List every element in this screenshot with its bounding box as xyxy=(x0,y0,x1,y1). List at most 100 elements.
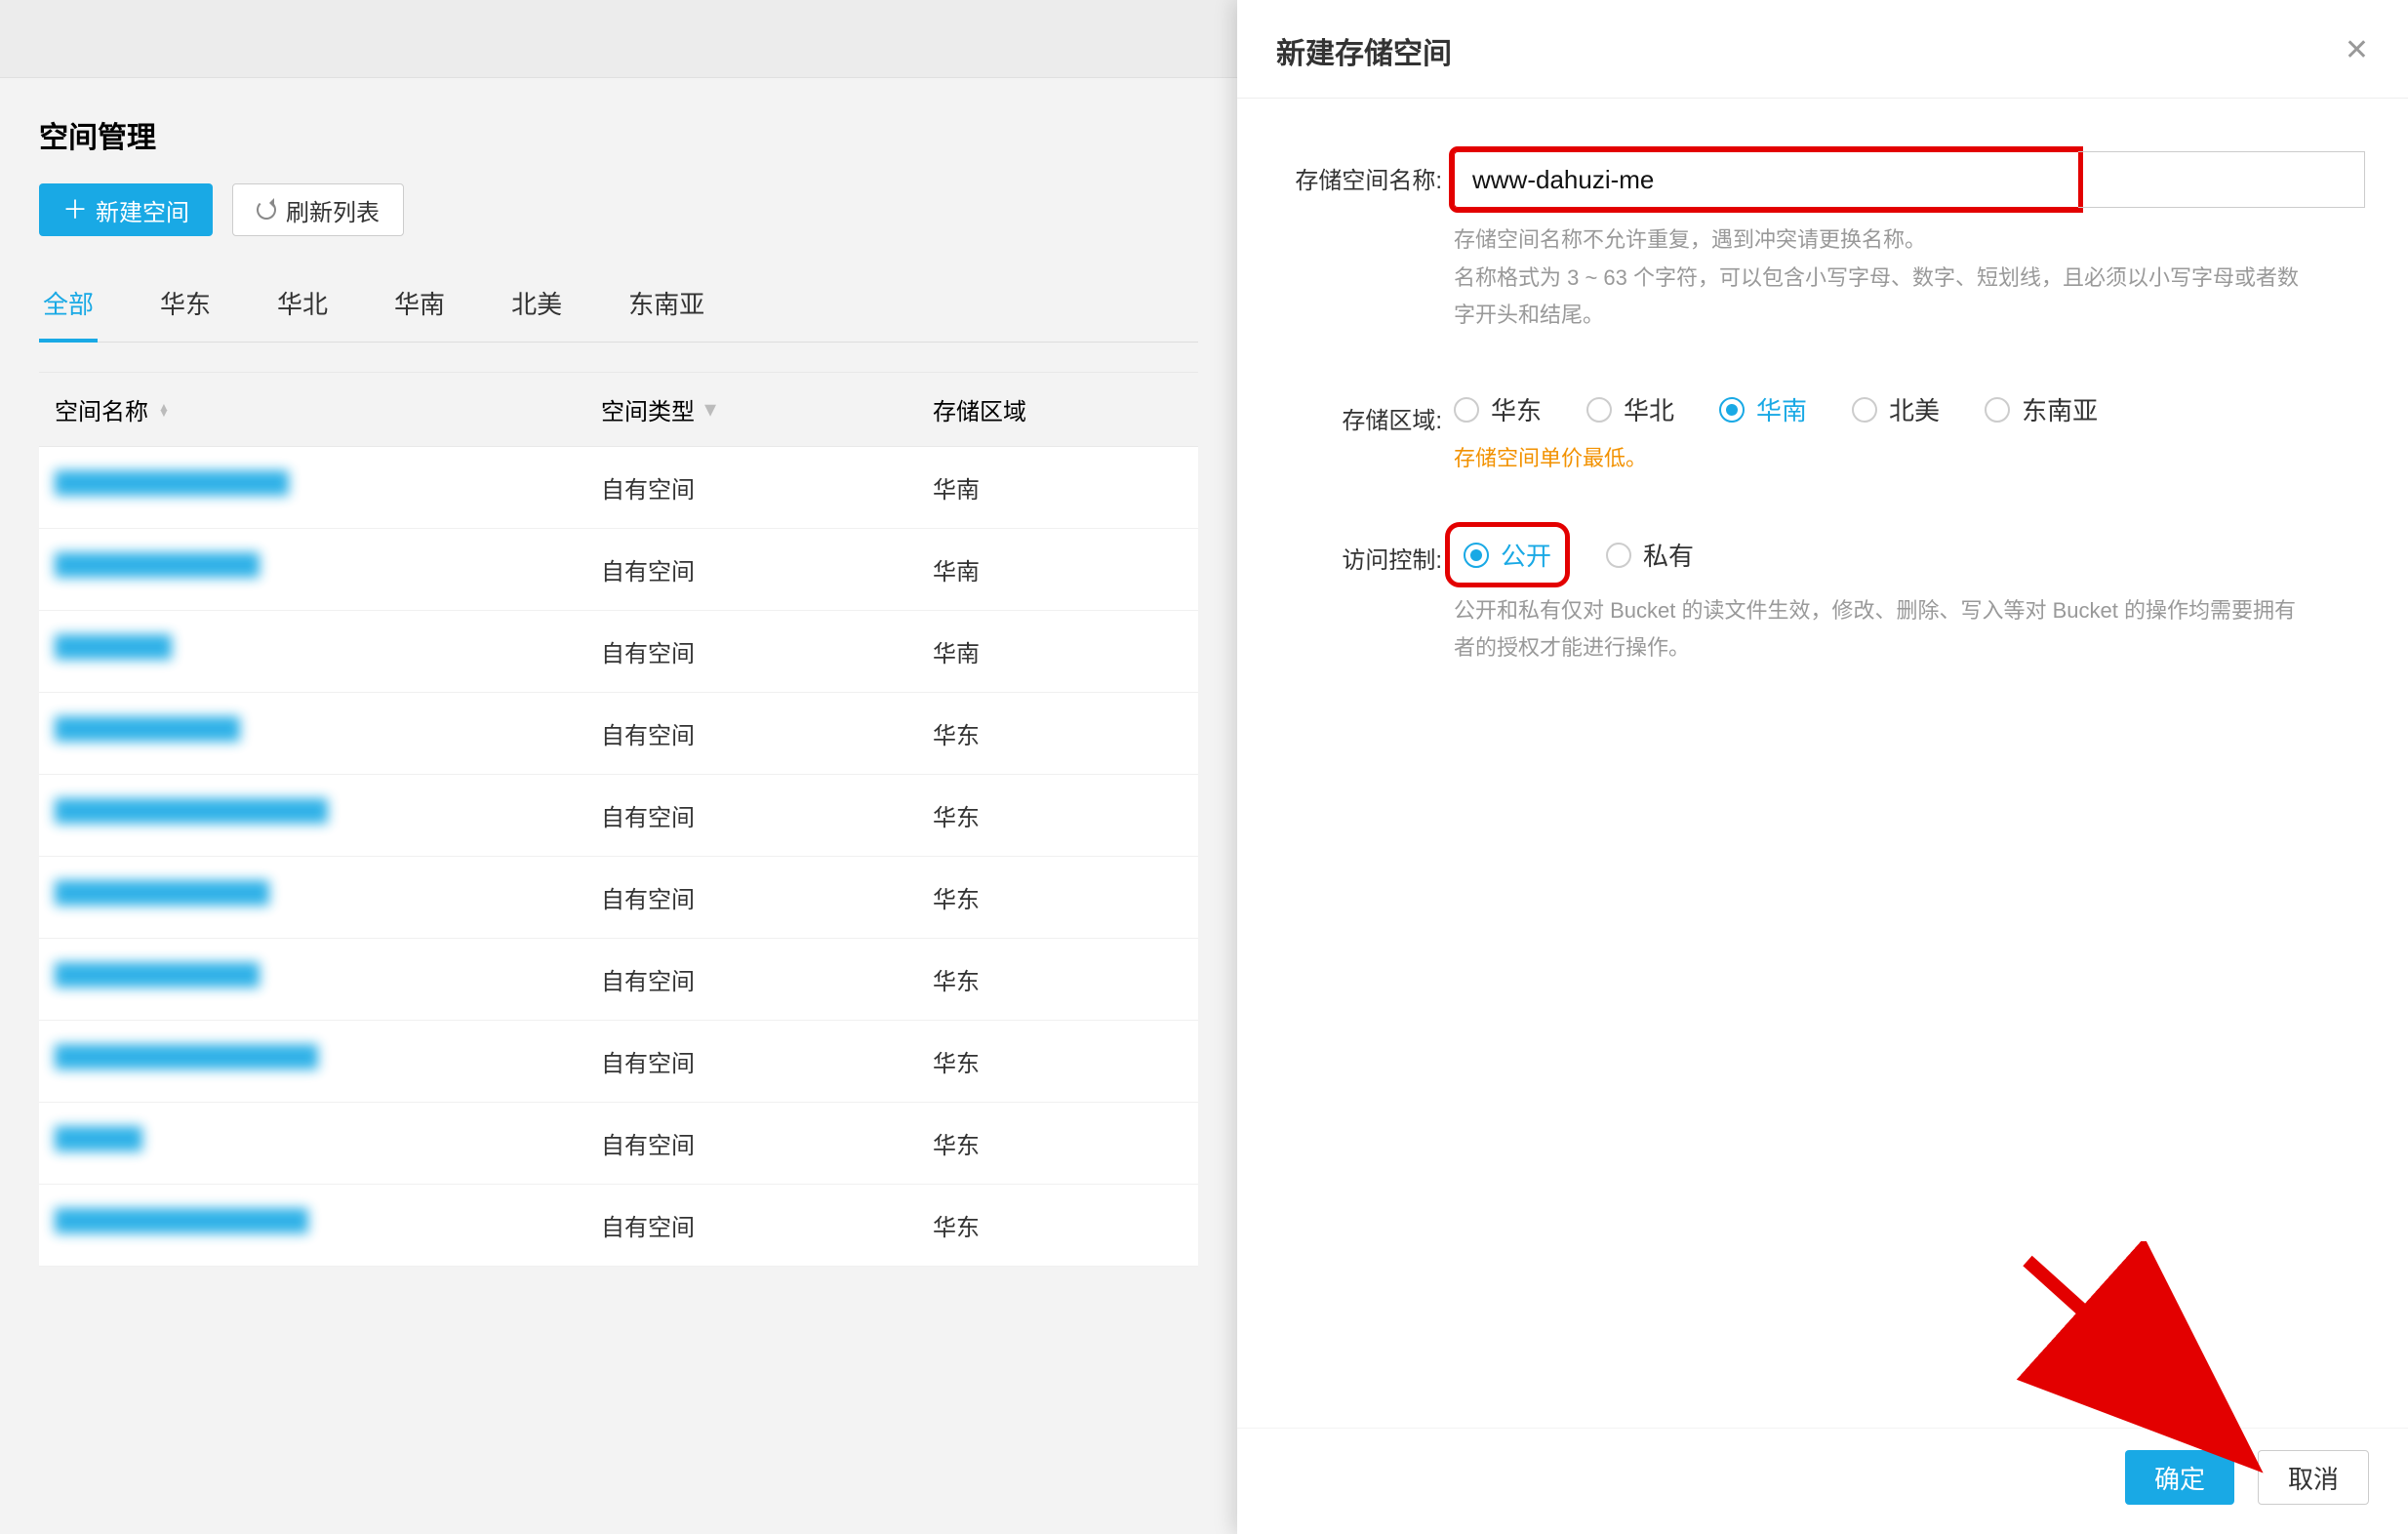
cell-name xyxy=(55,552,601,586)
region-tabs: 全部 华东 华北 华南 北美 东南亚 xyxy=(39,273,1198,343)
cell-name xyxy=(55,1126,601,1160)
region-radio-north[interactable]: 华北 xyxy=(1586,391,1674,427)
table-row[interactable]: 自有空间华南 xyxy=(39,529,1198,611)
region-radio-east[interactable]: 华东 xyxy=(1454,391,1542,427)
col-type[interactable]: 空间类型 ▾ xyxy=(601,392,933,426)
sort-icon: ▲▼ xyxy=(158,404,170,416)
col-name[interactable]: 空间名称 ▲▼ xyxy=(55,392,601,426)
region-radio-na[interactable]: 北美 xyxy=(1852,391,1940,427)
region-radios: 华东 华北 华南 北美 东南亚 xyxy=(1454,391,2365,427)
action-bar: ＋ 新建空间 刷新列表 xyxy=(39,183,1198,236)
drawer-footer: 确定 取消 xyxy=(1237,1428,2408,1534)
table-row[interactable]: 自有空间华东 xyxy=(39,775,1198,857)
tab-na[interactable]: 北美 xyxy=(507,273,566,343)
form-row-access: 访问控制: 公开 私有 公开和私有仅对 Bucket 的读文件生效，修改、删除、… xyxy=(1280,531,2365,666)
radio-icon xyxy=(1852,397,1877,423)
cell-type: 自有空间 xyxy=(601,470,933,505)
cell-region: 华东 xyxy=(933,1044,1183,1078)
col-name-label: 空间名称 xyxy=(55,392,148,426)
table-row[interactable]: 自有空间华东 xyxy=(39,939,1198,1021)
region-note: 存储空间单价最低。 xyxy=(1454,441,2365,472)
filter-icon: ▾ xyxy=(704,395,716,424)
cell-region: 华东 xyxy=(933,798,1183,832)
plus-icon: ＋ xyxy=(62,197,88,222)
radio-icon xyxy=(1719,397,1745,423)
table-row[interactable]: 自有空间华南 xyxy=(39,611,1198,693)
tab-sea[interactable]: 东南亚 xyxy=(624,273,708,343)
table-row[interactable]: 自有空间华东 xyxy=(39,1103,1198,1185)
table-row[interactable]: 自有空间华东 xyxy=(39,693,1198,775)
cell-type: 自有空间 xyxy=(601,798,933,832)
cell-type: 自有空间 xyxy=(601,962,933,996)
tab-all[interactable]: 全部 xyxy=(39,273,98,343)
cell-name xyxy=(55,634,601,668)
tab-east[interactable]: 华东 xyxy=(156,273,215,343)
col-region: 存储区域 xyxy=(933,392,1183,426)
cell-name xyxy=(55,1044,601,1078)
cell-name xyxy=(55,962,601,996)
cell-name xyxy=(55,798,601,832)
refresh-list-label: 刷新列表 xyxy=(286,193,380,227)
table-row[interactable]: 自有空间华东 xyxy=(39,1185,1198,1267)
tab-south[interactable]: 华南 xyxy=(390,273,449,343)
access-radio-private[interactable]: 私有 xyxy=(1606,537,1694,573)
drawer-title: 新建存储空间 xyxy=(1276,29,1452,72)
create-space-button[interactable]: ＋ 新建空间 xyxy=(39,183,213,236)
cell-type: 自有空间 xyxy=(601,1126,933,1160)
tab-north[interactable]: 华北 xyxy=(273,273,332,343)
cell-region: 华东 xyxy=(933,1126,1183,1160)
table-row[interactable]: 自有空间华东 xyxy=(39,857,1198,939)
page-body: 空间管理 ＋ 新建空间 刷新列表 全部 华东 华北 华南 北美 东南亚 空间名称… xyxy=(0,78,1237,1534)
space-table: 空间名称 ▲▼ 空间类型 ▾ 存储区域 自有空间华南自有空间华南自有空间华南自有… xyxy=(39,372,1198,1267)
radio-icon xyxy=(1606,543,1631,568)
cancel-button[interactable]: 取消 xyxy=(2258,1450,2369,1505)
access-label: 访问控制: xyxy=(1280,531,1454,666)
cell-type: 自有空间 xyxy=(601,880,933,914)
radio-icon xyxy=(1586,397,1612,423)
region-label: 存储区域: xyxy=(1280,391,1454,472)
cell-type: 自有空间 xyxy=(601,634,933,668)
close-icon[interactable]: ✕ xyxy=(2345,36,2369,65)
radio-icon xyxy=(1454,397,1479,423)
col-region-label: 存储区域 xyxy=(933,399,1026,425)
table-row[interactable]: 自有空间华东 xyxy=(39,1021,1198,1103)
cell-type: 自有空间 xyxy=(601,552,933,586)
col-type-label: 空间类型 xyxy=(601,392,695,426)
region-radio-sea[interactable]: 东南亚 xyxy=(1985,391,2098,427)
cell-name xyxy=(55,880,601,914)
cell-region: 华东 xyxy=(933,880,1183,914)
name-help-2: 名称格式为 3 ~ 63 个字符，可以包含小写字母、数字、短划线，且必须以小写字… xyxy=(1454,260,2312,333)
access-help: 公开和私有仅对 Bucket 的读文件生效，修改、删除、写入等对 Bucket … xyxy=(1454,592,2312,666)
drawer-body: 存储空间名称: 存储空间名称不允许重复，遇到冲突请更换名称。 名称格式为 3 ~… xyxy=(1237,99,2408,1428)
cell-region: 华东 xyxy=(933,962,1183,996)
cell-region: 华东 xyxy=(933,1208,1183,1242)
refresh-icon xyxy=(257,200,276,220)
table-row[interactable]: 自有空间华南 xyxy=(39,447,1198,529)
cell-region: 华东 xyxy=(933,716,1183,750)
table-body: 自有空间华南自有空间华南自有空间华南自有空间华东自有空间华东自有空间华东自有空间… xyxy=(39,447,1198,1267)
cell-region: 华南 xyxy=(933,552,1183,586)
access-radios: 公开 私有 xyxy=(1454,531,2365,579)
cell-type: 自有空间 xyxy=(601,1208,933,1242)
cell-region: 华南 xyxy=(933,634,1183,668)
form-row-name: 存储空间名称: 存储空间名称不允许重复，遇到冲突请更换名称。 名称格式为 3 ~… xyxy=(1280,151,2365,333)
access-radio-public[interactable]: 公开 xyxy=(1454,531,1561,579)
region-radio-south[interactable]: 华南 xyxy=(1719,391,1807,427)
name-help-1: 存储空间名称不允许重复，遇到冲突请更换名称。 xyxy=(1454,222,2312,258)
table-header: 空间名称 ▲▼ 空间类型 ▾ 存储区域 xyxy=(39,372,1198,447)
create-space-label: 新建空间 xyxy=(96,193,189,227)
cell-type: 自有空间 xyxy=(601,716,933,750)
cell-name xyxy=(55,1208,601,1242)
cell-type: 自有空间 xyxy=(601,1044,933,1078)
refresh-list-button[interactable]: 刷新列表 xyxy=(232,183,404,236)
create-space-drawer: 新建存储空间 ✕ 存储空间名称: 存储空间名称不允许重复，遇到冲突请更换名称。 … xyxy=(1237,0,2408,1534)
cell-region: 华南 xyxy=(933,470,1183,505)
cell-name xyxy=(55,470,601,505)
cell-name xyxy=(55,716,601,750)
name-label: 存储空间名称: xyxy=(1280,151,1454,333)
radio-icon xyxy=(1464,543,1489,568)
ok-button[interactable]: 确定 xyxy=(2125,1450,2234,1505)
form-row-region: 存储区域: 华东 华北 华南 北美 东南亚 存储空间单价最低。 xyxy=(1280,391,2365,472)
radio-icon xyxy=(1985,397,2010,423)
space-name-input[interactable] xyxy=(1454,151,2078,208)
